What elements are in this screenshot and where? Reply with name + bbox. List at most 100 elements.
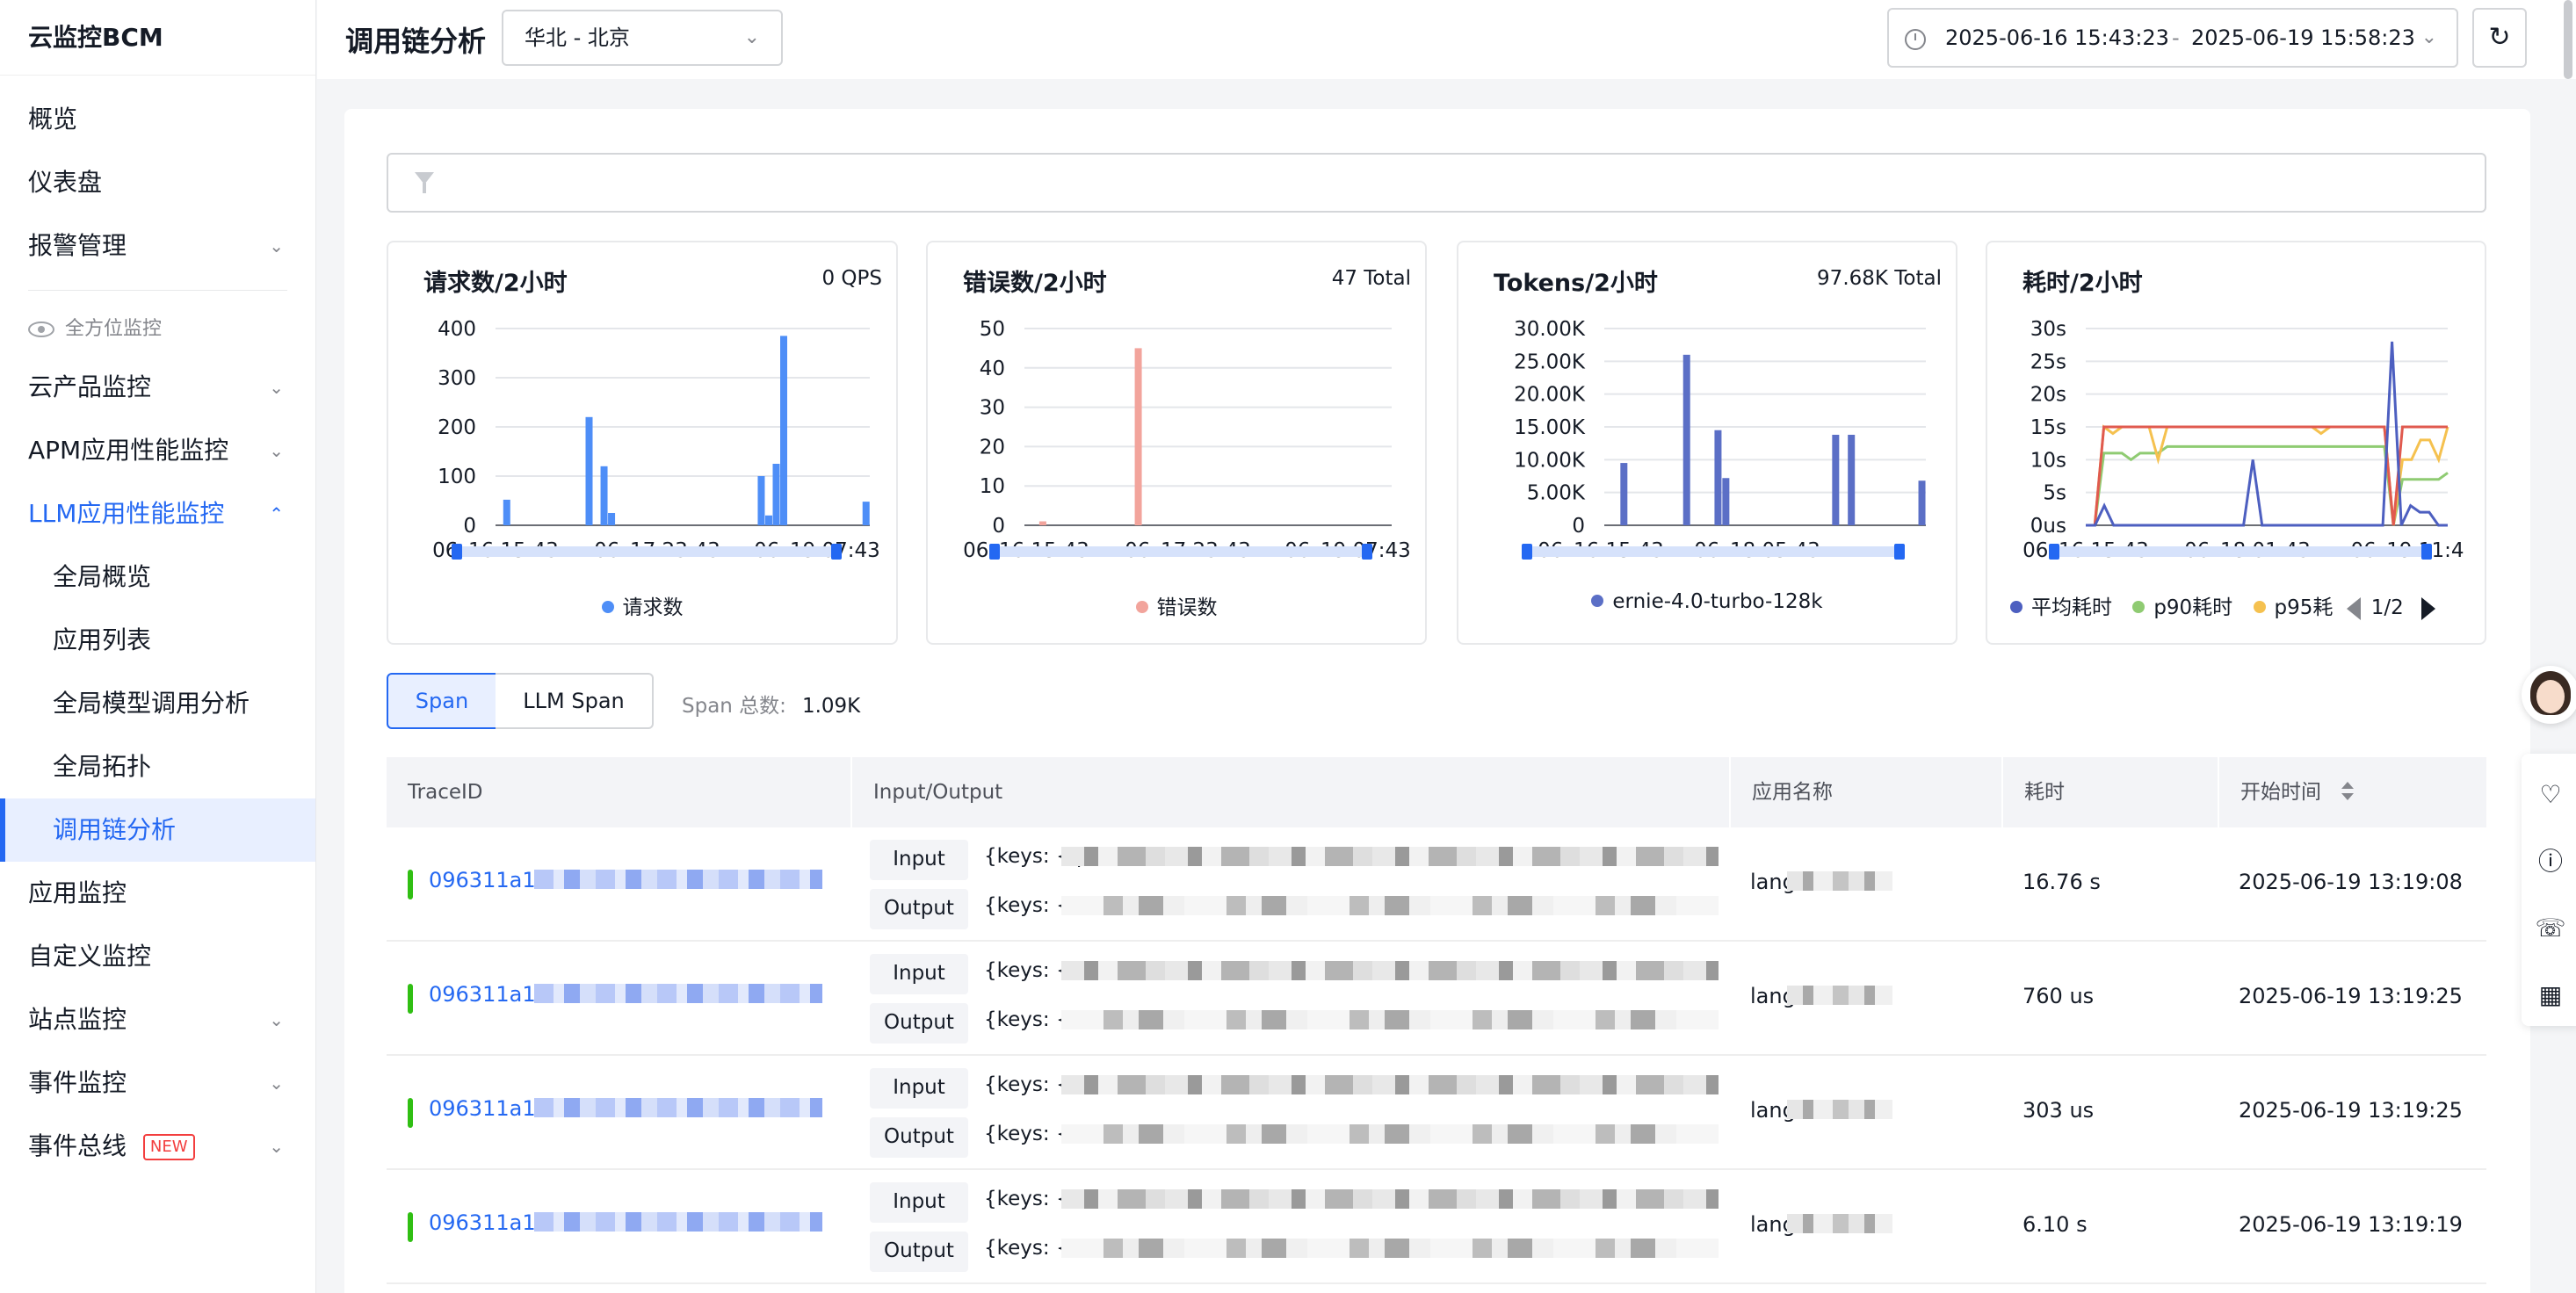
zoom-slider-handle <box>1894 544 1905 560</box>
phone-icon[interactable]: ☏ <box>2522 899 2576 957</box>
grid-icon[interactable]: ▦ <box>2522 966 2576 1024</box>
sidebar-item-cloud-product[interactable]: 云产品监控 ⌄ <box>0 356 315 419</box>
y-tick-label: 30.00K <box>1514 318 1586 341</box>
sidebar-item-event-monitor[interactable]: 事件监控 ⌄ <box>0 1051 315 1115</box>
assistant-avatar[interactable] <box>2522 666 2576 724</box>
sidebar-item-app-list[interactable]: 应用列表 <box>0 609 315 672</box>
table-header: TraceID Input/Output 应用名称 耗时 开始时间 <box>387 757 2486 827</box>
legend-label: p95耗 <box>2274 596 2334 619</box>
new-badge: NEW <box>142 1134 195 1160</box>
cell-io: Input {keys: {qu Output {keys: {do <box>850 827 1729 942</box>
sidebar-item-overview[interactable]: 概览 <box>0 88 315 151</box>
avatar-face <box>2536 680 2565 713</box>
status-indicator <box>408 1212 413 1242</box>
sidebar-item-trace-analysis[interactable]: 调用链分析 <box>0 798 315 862</box>
tab-llm-span[interactable]: LLM Span <box>496 673 654 729</box>
sidebar-item-global-overview[interactable]: 全局概览 <box>0 545 315 609</box>
legend-item[interactable]: 平均耗时 <box>2010 590 2112 620</box>
sidebar-section-label: 全方位监控 <box>65 318 163 340</box>
zoom-slider-handle <box>2049 544 2059 560</box>
start-time-text: 2025-06-19 13:19:25 <box>2239 984 2463 1008</box>
zoom-slider-handle <box>1362 544 1372 560</box>
refresh-button[interactable]: ↻ <box>2472 8 2527 68</box>
table-row[interactable]: 096311a1c Input{keys: {doOutput{keys: {do… <box>387 1170 2486 1284</box>
sidebar-item-site-monitor[interactable]: 站点监控 ⌄ <box>0 988 315 1051</box>
time-range-picker[interactable]: 2025-06-16 15:43:23 - 2025-06-19 15:58:2… <box>1887 8 2458 68</box>
legend-dot <box>2253 600 2266 613</box>
zoom-slider-track <box>1527 546 1899 557</box>
y-tick-label: 20s <box>2030 384 2066 407</box>
chart-card-requests: 请求数/2小时 0 QPS 400300200100006–16 15:4306… <box>387 241 898 645</box>
sidebar-item-app-monitor[interactable]: 应用监控 <box>0 862 315 925</box>
duration-text: 303 us <box>2022 1098 2095 1123</box>
sidebar-item-apm[interactable]: APM应用性能监控 ⌄ <box>0 419 315 482</box>
sidebar-item-label: 事件监控 <box>28 1068 127 1097</box>
zoom-slider-handle <box>452 544 462 560</box>
sidebar-item-custom-monitor[interactable]: 自定义监控 <box>0 925 315 988</box>
chart-errors: 5040302010006–16 15:4306–17 23:4306–19 0… <box>963 318 1411 562</box>
start-time-text: 2025-06-19 13:19:08 <box>2239 870 2463 894</box>
table-row[interactable]: 096311a1c Input{keys: {doOutput{keys: {do… <box>387 1056 2486 1170</box>
help-icon[interactable]: ⓘ <box>2522 833 2576 891</box>
refresh-icon: ↻ <box>2488 22 2511 53</box>
legend-next-icon[interactable] <box>2420 596 2435 620</box>
sidebar-item-llm[interactable]: LLM应用性能监控 ⌃ <box>0 482 315 545</box>
legend-item[interactable]: ernie-4.0-turbo-128k <box>1591 590 1823 613</box>
bar <box>772 464 780 525</box>
y-tick-label: 20.00K <box>1514 384 1586 407</box>
scrollbar[interactable] <box>2564 0 2572 79</box>
y-tick-label: 30 <box>980 397 1005 420</box>
redacted-output <box>1061 896 1719 915</box>
redacted-input <box>1061 1189 1719 1209</box>
trace-id-link[interactable]: 096311a1c <box>429 1096 547 1121</box>
bar <box>503 499 510 525</box>
legend-item[interactable]: p90耗时 <box>2132 590 2232 620</box>
y-tick-label: 0 <box>992 515 1005 538</box>
duration-text: 16.76 s <box>2022 870 2101 894</box>
sidebar-item-global-topology[interactable]: 全局拓扑 <box>0 735 315 798</box>
chevron-down-icon: ⌄ <box>269 1073 284 1094</box>
chart-card-latency: 耗时/2小时 30s25s20s15s10s5s0us06–16 15:4306… <box>1986 241 2486 645</box>
chevron-down-icon: ⌄ <box>269 1136 284 1157</box>
redacted-app-name <box>1787 986 1892 1005</box>
heart-icon[interactable]: ♡ <box>2522 766 2576 824</box>
output-tag: Output <box>870 1003 968 1044</box>
column-header-duration: 耗时 <box>2001 757 2218 827</box>
cell-io: Input {keys: {do Output {keys: {do <box>850 942 1729 1056</box>
chart-tokens: 30.00K25.00K20.00K15.00K10.00K5.00K006–1… <box>1514 318 1926 562</box>
input-tag: Input <box>870 1068 968 1109</box>
input-tag: Input <box>870 840 968 880</box>
sidebar-item-model-call-analysis[interactable]: 全局模型调用分析 <box>0 672 315 735</box>
main-panel: 请求数/2小时 0 QPS 400300200100006–16 15:4306… <box>344 109 2530 1293</box>
sidebar-item-event-bus[interactable]: 事件总线 NEW ⌄ <box>0 1115 315 1178</box>
table-row[interactable]: 096311a1c Input {keys: {qu Output {keys: {do… <box>387 827 2486 942</box>
trace-id-link[interactable]: 096311a1c <box>429 982 547 1007</box>
table-row[interactable]: 096311a1c Input{keys: {doOutput{keys: {do… <box>387 942 2486 1056</box>
redacted-output <box>1061 1010 1719 1029</box>
legend-item[interactable]: p95耗 <box>2253 590 2334 620</box>
cell-start-time: 2025-06-19 13:19:19 <box>2218 1170 2486 1284</box>
trace-id-link[interactable]: 096311a1c <box>429 1210 547 1235</box>
region-select[interactable]: 华北 - 北京 ⌄ <box>502 10 783 66</box>
filter-input[interactable] <box>387 153 2486 213</box>
trace-id-link[interactable]: 096311a1c <box>429 868 547 892</box>
input-tag: Input <box>870 954 968 994</box>
legend-prev-icon[interactable] <box>2346 596 2361 620</box>
cell-traceid: 096311a1c <box>387 942 850 1056</box>
legend-item[interactable]: 错误数 <box>1135 590 1218 620</box>
tab-span[interactable]: Span <box>387 673 497 729</box>
zoom-slider-handle <box>831 544 842 560</box>
page-title: 调用链分析 <box>345 25 487 58</box>
cell-io: Input {keys: {do Output {keys: {do <box>850 1056 1729 1170</box>
span-total-label: Span 总数: <box>682 695 786 718</box>
sidebar-item-alarm[interactable]: 报警管理 ⌄ <box>0 214 315 278</box>
legend-label: 请求数 <box>622 596 684 619</box>
cell-traceid: 096311a1c <box>387 827 850 942</box>
redacted-output <box>1061 1239 1719 1258</box>
filter-icon <box>415 172 434 193</box>
legend-item[interactable]: 请求数 <box>601 590 684 620</box>
sort-icon[interactable] <box>2341 782 2355 800</box>
column-header-start-time[interactable]: 开始时间 <box>2218 757 2486 827</box>
sidebar-item-dashboard[interactable]: 仪表盘 <box>0 151 315 214</box>
redacted-app-name <box>1787 1100 1892 1119</box>
